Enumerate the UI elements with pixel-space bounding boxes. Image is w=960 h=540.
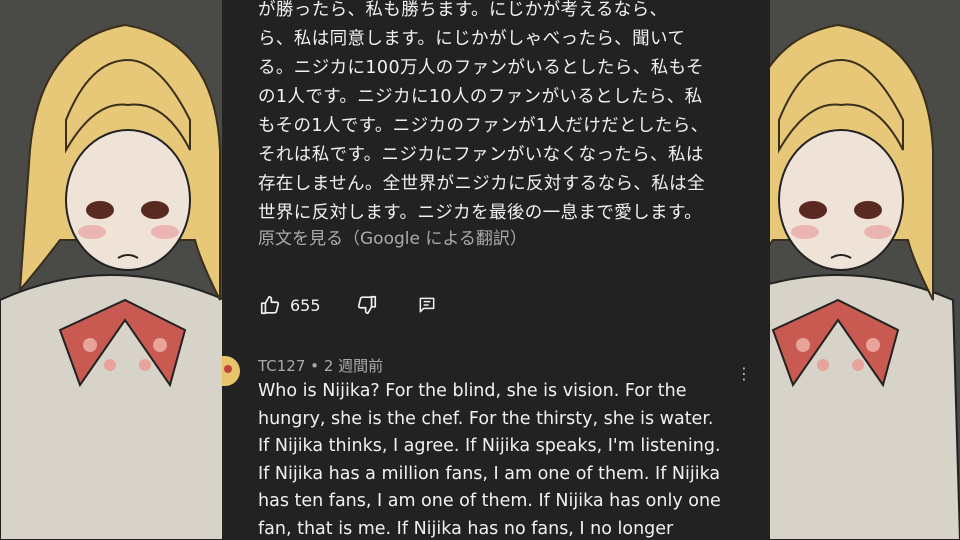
comment-author[interactable]: TC127: [258, 357, 305, 375]
comment-line: 存在しません。全世界がニジカに反対するなら、私は全: [258, 174, 705, 194]
comment-line: それは私です。ニジカにファンがいなくなったら、私は: [258, 145, 704, 165]
meta-separator: •: [310, 357, 320, 375]
comment-line: has ten fans, I am one of them. If Nijik…: [258, 491, 721, 511]
comment-time: 2 週間前: [323, 357, 384, 375]
comment-line: の1人です。ニジカに10人のファンがいるとしたら、私: [258, 87, 703, 107]
comment-text: Who is Nijika? For the blind, she is vis…: [258, 378, 768, 540]
comment-line: Who is Nijika? For the blind, she is vis…: [258, 381, 687, 401]
comment-line: る。ニジカに100万人のファンがいるとしたら、私もそ: [258, 58, 704, 78]
character-illustration: [0, 0, 240, 540]
translated-comment-text: が勝ったら、私も勝ちます。にじかが考えるなら、 ら、私は同意します。にじかがしゃ…: [258, 0, 758, 228]
comment-line: が勝ったら、私も勝ちます。にじかが考えるなら、: [258, 0, 668, 20]
comment-line: hungry, she is the chef. For the thirsty…: [258, 408, 714, 429]
comment-line: If Nijika thinks, I agree. If Nijika spe…: [258, 436, 721, 456]
comment-line: fan, that is me. If Nijika has no fans, …: [258, 518, 674, 539]
like-count: 655: [290, 295, 321, 315]
comments-panel: が勝ったら、私も勝ちます。にじかが考えるなら、 ら、私は同意します。にじかがしゃ…: [222, 0, 770, 540]
author-avatar[interactable]: [222, 356, 240, 386]
left-character-image: [0, 0, 240, 540]
comment-line: If Nijika has a million fans, I am one o…: [258, 463, 721, 484]
comment-actions: 655: [258, 292, 439, 318]
reply-icon[interactable]: [415, 293, 439, 317]
see-original-link[interactable]: 原文を見る（Google による翻訳）: [258, 224, 527, 249]
comment-meta: TC127 • 2 週間前: [258, 355, 383, 376]
comment-line: ら、私は同意します。にじかがしゃべったら、聞いて: [258, 29, 686, 49]
comment-line: もその1人です。ニジカのファンが1人だけだとしたら、: [258, 116, 709, 136]
thumbs-down-icon[interactable]: [355, 293, 379, 317]
thumbs-up-icon[interactable]: [258, 293, 282, 317]
